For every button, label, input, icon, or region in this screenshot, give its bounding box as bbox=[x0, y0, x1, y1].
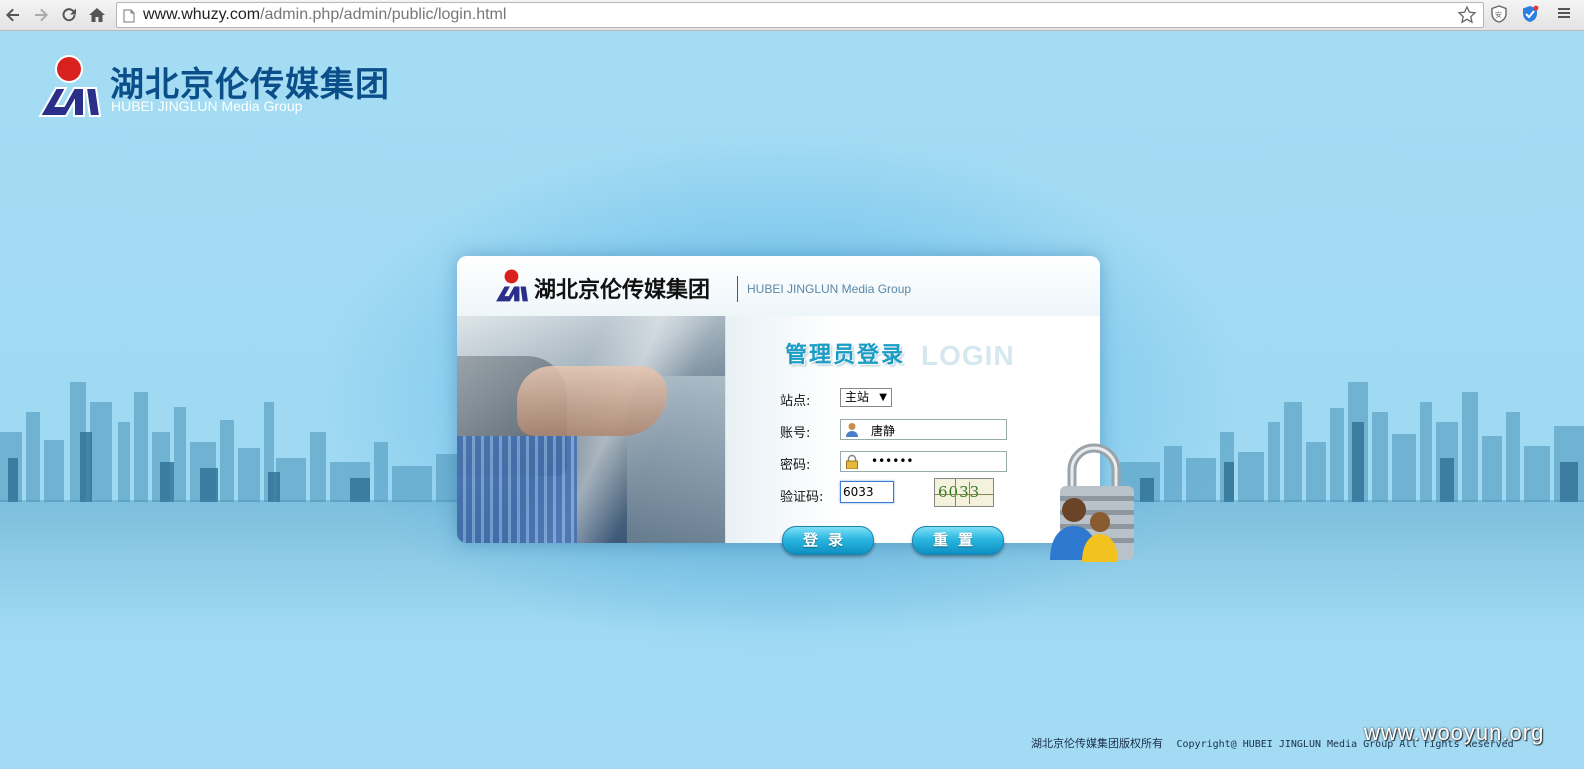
login-form: LOGIN 管理员登录 站点: 主站 ▼ 账号: 唐静 密码: •••••• 验… bbox=[457, 256, 1100, 596]
lock-icon bbox=[845, 454, 859, 473]
account-label: 账号: bbox=[780, 426, 811, 441]
shield-extension-icon[interactable]: 安 bbox=[1490, 5, 1508, 27]
svg-text:安: 安 bbox=[1495, 10, 1502, 19]
captcha-label: 验证码: bbox=[780, 490, 824, 505]
url-host: www.whuzy.com bbox=[143, 6, 261, 23]
reload-icon[interactable] bbox=[58, 4, 80, 26]
back-icon[interactable] bbox=[2, 4, 24, 26]
reset-button[interactable]: 重置 bbox=[912, 526, 1004, 555]
login-page: 湖北京伦传媒集团 HUBEI JINGLUN Media Group 湖北京伦传… bbox=[0, 32, 1584, 769]
captcha-image[interactable]: 6033 bbox=[934, 478, 994, 507]
url-text[interactable]: www.whuzy.com/admin.php/admin/public/log… bbox=[143, 6, 506, 24]
site-label: 站点: bbox=[780, 394, 811, 409]
city-skyline-right bbox=[1120, 382, 1584, 502]
home-icon[interactable] bbox=[86, 4, 108, 26]
forward-icon[interactable] bbox=[30, 4, 52, 26]
login-button[interactable]: 登录 bbox=[782, 526, 874, 555]
password-value: •••••• bbox=[871, 454, 914, 468]
padlock-users-icon bbox=[1050, 443, 1134, 562]
captcha-input[interactable]: 6033 bbox=[840, 481, 894, 503]
menu-icon[interactable] bbox=[1556, 5, 1572, 25]
account-field[interactable]: 唐静 bbox=[840, 419, 1007, 440]
dropdown-arrow-icon: ▼ bbox=[879, 392, 887, 403]
password-field[interactable]: •••••• bbox=[840, 451, 1007, 472]
url-path: /admin.php/admin/public/login.html bbox=[260, 6, 507, 23]
user-icon bbox=[845, 422, 859, 441]
captcha-image-text: 6033 bbox=[938, 483, 981, 501]
account-value: 唐静 bbox=[871, 424, 896, 438]
browser-toolbar: www.whuzy.com/admin.php/admin/public/log… bbox=[0, 0, 1584, 31]
page-icon bbox=[123, 8, 135, 27]
address-bar[interactable]: www.whuzy.com/admin.php/admin/public/log… bbox=[116, 2, 1484, 28]
brand-name-en: HUBEI JINGLUN Media Group bbox=[111, 98, 303, 114]
login-title: 管理员登录 bbox=[785, 343, 906, 368]
vpn-extension-icon[interactable] bbox=[1521, 5, 1539, 27]
login-watermark: LOGIN bbox=[921, 340, 1015, 371]
copyright-cn: 湖北京伦传媒集团版权所有 bbox=[1031, 737, 1163, 750]
city-skyline-left bbox=[0, 382, 470, 502]
password-label: 密码: bbox=[780, 458, 811, 473]
site-select[interactable]: 主站 ▼ bbox=[840, 388, 892, 407]
company-logo bbox=[38, 55, 102, 117]
site-select-value: 主站 bbox=[845, 390, 870, 404]
captcha-value: 6033 bbox=[843, 485, 874, 499]
bookmark-star-icon[interactable] bbox=[1457, 5, 1477, 29]
source-watermark: www.wooyun.org bbox=[1364, 720, 1545, 745]
